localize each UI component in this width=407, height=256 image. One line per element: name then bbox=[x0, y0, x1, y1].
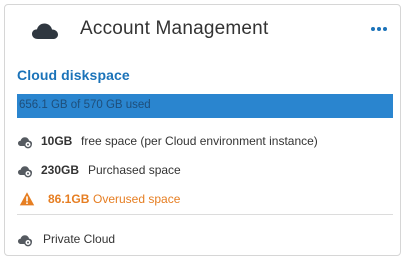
divider bbox=[17, 214, 393, 215]
card-header: Account Management bbox=[5, 5, 400, 57]
free-space-value: 10GB bbox=[41, 134, 73, 148]
overused-space-desc: Overused space bbox=[93, 192, 181, 206]
cloud-diskspace-link[interactable]: Cloud diskspace bbox=[17, 67, 130, 83]
account-management-card: Account Management Cloud diskspace 656.1… bbox=[4, 4, 401, 256]
disk-usage-bar: 656.1 GB of 570 GB used bbox=[17, 94, 393, 118]
cloud-disk-icon bbox=[18, 166, 32, 178]
purchased-space-value: 230GB bbox=[41, 163, 80, 177]
card-title: Account Management bbox=[80, 18, 269, 39]
purchased-space-desc: Purchased space bbox=[88, 163, 181, 177]
cloud-icon bbox=[32, 23, 58, 39]
more-horizontal-icon[interactable] bbox=[369, 22, 389, 36]
warning-icon bbox=[19, 192, 35, 206]
disk-usage-text: 656.1 GB of 570 GB used bbox=[19, 99, 151, 111]
cloud-disk-icon bbox=[18, 235, 32, 247]
cloud-disk-icon bbox=[18, 137, 32, 149]
private-cloud-label: Private Cloud bbox=[43, 232, 116, 246]
overused-space-value: 86.1GB bbox=[48, 192, 90, 206]
free-space-desc: free space (per Cloud environment instan… bbox=[81, 134, 318, 148]
